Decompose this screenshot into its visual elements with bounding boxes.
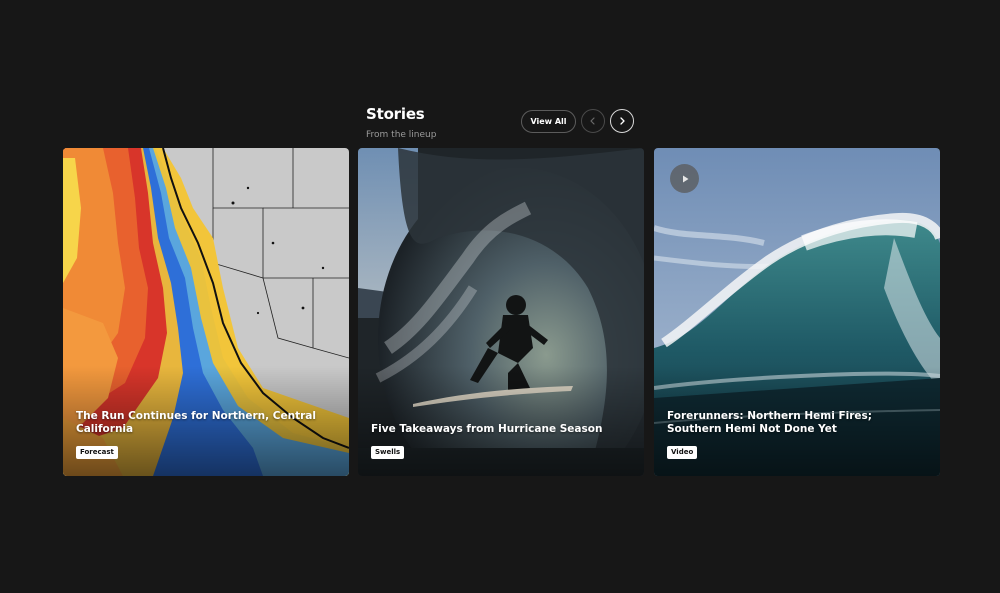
story-card-video[interactable]: Forerunners: Northern Hemi Fires; Southe… xyxy=(654,148,940,476)
carousel-controls: View All xyxy=(521,109,634,133)
card-tag[interactable]: Swells xyxy=(371,446,405,459)
section-subtitle: From the lineup xyxy=(366,130,437,140)
card-title: Forerunners: Northern Hemi Fires; Southe… xyxy=(667,410,872,435)
card-tag[interactable]: Forecast xyxy=(76,446,118,459)
stories-section: Stories From the lineup View All The Run… xyxy=(0,0,1000,593)
section-title: Stories xyxy=(366,105,425,123)
prev-button[interactable] xyxy=(581,109,605,133)
card-title: The Run Continues for Northern, Central … xyxy=(76,410,316,435)
section-header: Stories From the lineup xyxy=(366,104,436,141)
story-card-swells[interactable]: Five Takeaways from Hurricane Season Swe… xyxy=(358,148,644,476)
next-button[interactable] xyxy=(610,109,634,133)
story-card-forecast[interactable]: The Run Continues for Northern, Central … xyxy=(63,148,349,476)
chevron-left-icon xyxy=(590,117,595,125)
card-title: Five Takeaways from Hurricane Season xyxy=(371,423,603,435)
view-all-button[interactable]: View All xyxy=(521,109,576,133)
chevron-right-icon xyxy=(620,117,625,125)
card-overlay xyxy=(358,366,644,476)
play-button[interactable] xyxy=(670,164,699,193)
play-icon xyxy=(682,175,688,182)
card-tag[interactable]: Video xyxy=(667,446,698,459)
